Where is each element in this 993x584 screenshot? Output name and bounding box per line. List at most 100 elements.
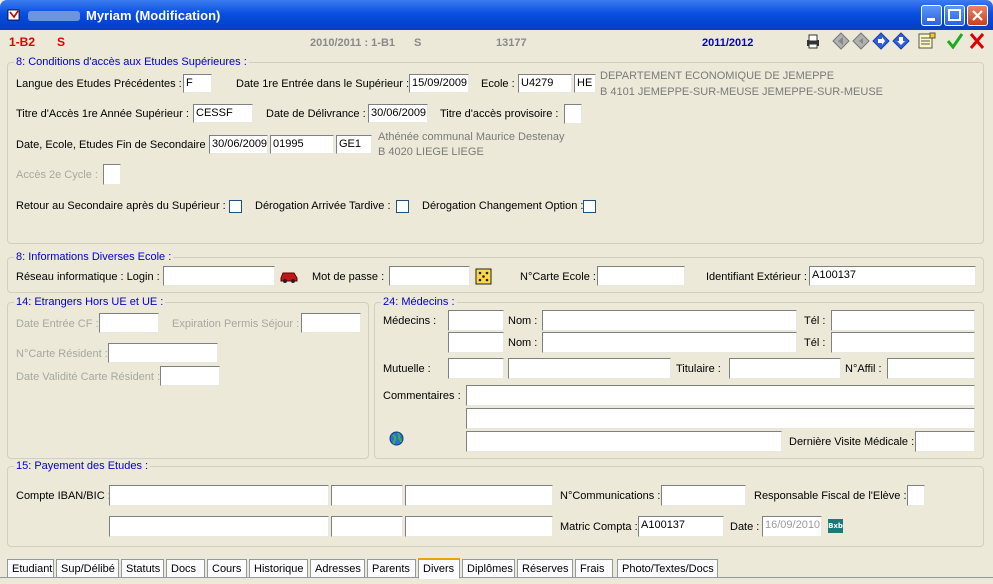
tel-2-label: Tél :: [804, 337, 826, 349]
tab-parents[interactable]: Parents: [367, 559, 416, 578]
date-entree-field[interactable]: 15/09/2009: [409, 74, 469, 93]
fin-etudes-field[interactable]: GE1: [336, 135, 372, 154]
acces-2e-cycle-field[interactable]: [103, 164, 121, 185]
tab-historique[interactable]: Historique: [249, 559, 308, 578]
cancel-x-icon[interactable]: [968, 32, 986, 50]
payement-legend: 15: Payement des Etudes :: [14, 460, 151, 472]
responsable-field[interactable]: [907, 485, 925, 506]
date-entree-cf-field[interactable]: [99, 313, 159, 333]
tab-reserves[interactable]: Réserves: [517, 559, 573, 578]
titre-provisoire-field[interactable]: [564, 104, 582, 124]
tab-sup-delibe[interactable]: Sup/Délibé: [56, 559, 119, 578]
tab-cours[interactable]: Cours: [207, 559, 247, 578]
naffil-label: N°Affil :: [845, 363, 882, 375]
medecin-2-tel-field[interactable]: [831, 332, 975, 353]
titre-label: Titre d'Accès 1re Année Supérieur :: [16, 108, 189, 120]
password-label: Mot de passe :: [312, 271, 385, 283]
ecole-type-field[interactable]: HE: [574, 74, 596, 93]
date-field[interactable]: 16/09/2010: [762, 516, 822, 537]
bic-field[interactable]: [331, 485, 403, 506]
student-number: 13177: [496, 37, 527, 49]
previous-year-class: 2010/2011 : 1-B1: [310, 37, 396, 49]
iban-extra-field-2[interactable]: [405, 516, 553, 537]
identifiant-field[interactable]: A100137: [809, 266, 976, 286]
carte-resident-label: N°Carte Résident :: [16, 348, 108, 360]
fin-secondaire-label: Date, Ecole, Etudes Fin de Secondaire :: [16, 139, 212, 151]
tab-statuts[interactable]: Statuts: [121, 559, 164, 578]
fin-date-field[interactable]: 30/06/2009: [209, 135, 268, 154]
mutuelle-label: Mutuelle :: [383, 363, 431, 375]
derniere-visite-field[interactable]: [915, 431, 975, 452]
derogation-option-label: Dérogation Changement Option :: [422, 200, 584, 212]
titre-field[interactable]: CESSF: [193, 104, 253, 123]
medecin-2-nom-field[interactable]: [542, 332, 797, 353]
commentaires-line-2[interactable]: [466, 408, 975, 429]
close-button[interactable]: [967, 5, 988, 26]
tab-frais[interactable]: Frais: [575, 559, 613, 578]
date-label: Date :: [730, 521, 760, 533]
next-record-icon[interactable]: [872, 32, 890, 50]
titre-provisoire-label: Titre d'accès provisoire :: [440, 108, 559, 120]
nom-1-label: Nom :: [508, 315, 538, 327]
minimize-button[interactable]: [921, 5, 942, 26]
carte-ecole-field[interactable]: [597, 266, 685, 286]
titulaire-field[interactable]: [729, 358, 841, 379]
close-icon: [972, 10, 983, 21]
carte-ecole-label: N°Carte Ecole :: [520, 271, 596, 283]
print-icon[interactable]: [804, 32, 822, 50]
matric-field[interactable]: A100137: [638, 516, 724, 537]
bxb-icon[interactable]: Bxb: [828, 519, 843, 533]
validate-check-icon[interactable]: [946, 32, 964, 50]
previous-record-icon[interactable]: [852, 32, 870, 50]
bic-field-2[interactable]: [331, 516, 403, 537]
langue-field[interactable]: F: [183, 74, 212, 93]
tab-docs[interactable]: Docs: [166, 559, 205, 578]
first-record-icon[interactable]: [832, 32, 850, 50]
ecole-code-field[interactable]: U4279: [518, 74, 572, 93]
medecin-1-nom-field[interactable]: [542, 310, 797, 331]
tab-photo-textes-docs[interactable]: Photo/Textes/Docs: [617, 559, 718, 578]
naffil-field[interactable]: [887, 358, 975, 379]
derogation-arrivee-checkbox[interactable]: [396, 200, 409, 213]
titulaire-label: Titulaire :: [676, 363, 721, 375]
medecin-1-tel-field[interactable]: [831, 310, 975, 331]
iban-extra-field[interactable]: [405, 485, 553, 506]
login-field[interactable]: [163, 266, 275, 286]
iban-field-2[interactable]: [109, 516, 329, 537]
tab-etudiant[interactable]: Etudiant: [7, 559, 54, 578]
carte-resident-field[interactable]: [108, 343, 218, 363]
medecin-1-code-field[interactable]: [448, 310, 504, 331]
car-icon[interactable]: [279, 267, 299, 285]
expiration-field[interactable]: [301, 313, 361, 333]
date-delivrance-field[interactable]: 30/06/2009: [368, 104, 428, 123]
derogation-option-checkbox[interactable]: [583, 200, 596, 213]
medecin-2-code-field[interactable]: [448, 332, 504, 353]
list-icon[interactable]: [918, 32, 936, 50]
mutuelle-name-field[interactable]: [508, 358, 671, 379]
commentaires-line-1[interactable]: [466, 385, 975, 406]
maximize-button[interactable]: [944, 5, 965, 26]
communications-field[interactable]: [661, 485, 746, 506]
tab-adresses[interactable]: Adresses: [310, 559, 365, 578]
school-year: 2011/2012: [702, 37, 754, 49]
commentaires-line-3[interactable]: [466, 431, 782, 452]
dice-icon[interactable]: [474, 266, 494, 286]
last-record-icon[interactable]: [892, 32, 910, 50]
retour-checkbox[interactable]: [229, 200, 242, 213]
date-delivrance-label: Date de Délivrance :: [266, 108, 366, 120]
derniere-visite-label: Dernière Visite Médicale :: [789, 436, 915, 448]
commentaires-label: Commentaires :: [383, 390, 461, 402]
expiration-label: Expiration Permis Séjour :: [172, 318, 300, 330]
matric-label: Matric Compta :: [560, 521, 638, 533]
validite-field[interactable]: [160, 366, 220, 386]
derogation-arrivee-label: Dérogation Arrivée Tardive :: [255, 200, 391, 212]
iban-field[interactable]: [109, 485, 329, 506]
password-field[interactable]: [389, 266, 470, 286]
tab-diplomes[interactable]: Diplômes: [462, 559, 515, 578]
medecins-legend: 24: Médecins :: [381, 296, 457, 308]
infos-legend: 8: Informations Diverses Ecole :: [14, 251, 174, 263]
globe-icon[interactable]: [389, 431, 404, 446]
fin-ecole-field[interactable]: 01995: [270, 135, 334, 154]
tab-divers[interactable]: Divers: [418, 558, 460, 579]
mutuelle-code-field[interactable]: [448, 358, 504, 379]
